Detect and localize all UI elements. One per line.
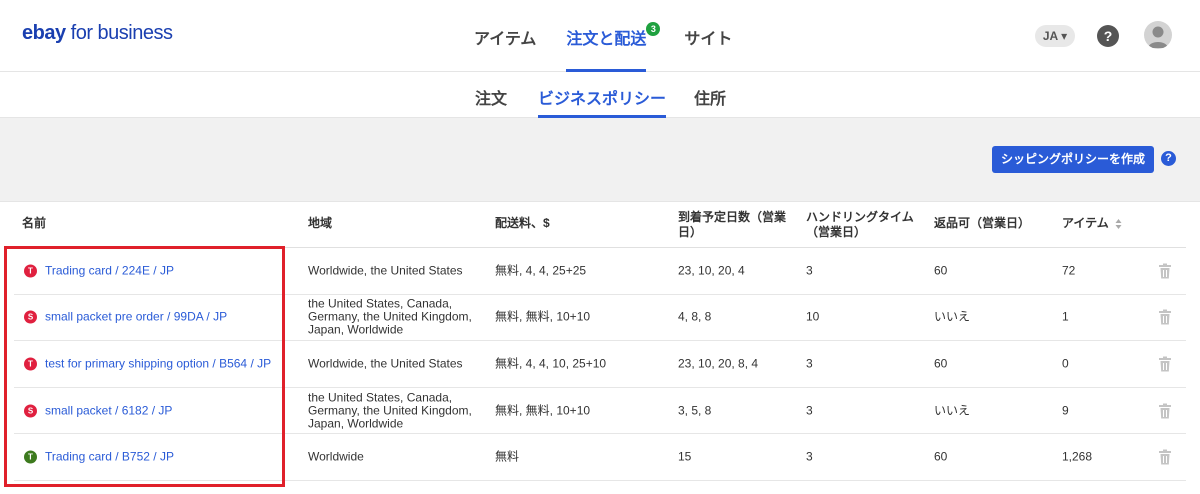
policy-name-link[interactable]: Trading card / B752 / JP (45, 450, 174, 464)
shipping-cost-cell: 無料, 無料, 10+10 (495, 403, 591, 418)
returns-cell: いいえ (934, 403, 971, 418)
policy-name-cell: T Trading card / B752 / JP (24, 450, 174, 464)
main-nav: アイテム 注文と配送 3 サイト (474, 0, 762, 72)
header-shipping-cost: 配送料、$ (495, 216, 550, 230)
returns-cell: 60 (934, 263, 948, 278)
returns-cell: 60 (934, 449, 948, 464)
table-body: T Trading card / 224E / JP Worldwide, th… (14, 248, 1186, 481)
trash-icon (1159, 309, 1171, 325)
ebay-for-business-logo[interactable]: ebay for business (22, 22, 173, 45)
shipping-cost-cell: 無料 (495, 449, 520, 464)
trash-icon (1159, 356, 1171, 372)
region-cell: Worldwide, the United States (308, 263, 463, 278)
action-bar: シッピングポリシーを作成 ? (0, 118, 1200, 202)
table-row: T Trading card / B752 / JP Worldwide 無料 … (14, 434, 1186, 481)
policy-name-link[interactable]: small packet pre order / 99DA / JP (45, 310, 227, 324)
items-count-cell: 72 (1062, 263, 1076, 278)
items-count-cell: 9 (1062, 403, 1069, 418)
delete-button[interactable] (1158, 403, 1172, 419)
delete-button[interactable] (1158, 356, 1172, 372)
table-row: S small packet pre order / 99DA / JP the… (14, 295, 1186, 342)
header-name: 名前 (22, 216, 47, 230)
create-shipping-policy-button[interactable]: シッピングポリシーを作成 (992, 146, 1154, 173)
user-icon (1148, 26, 1168, 48)
estimated-delivery-cell: 3, 5, 8 (678, 403, 712, 418)
table-header: 名前 地域 配送料、$ 到着予定日数（営業日） ハンドリングタイム（営業日） 返… (14, 202, 1186, 248)
logo-regular: for business (65, 22, 173, 44)
shipping-policy-table: 名前 地域 配送料、$ 到着予定日数（営業日） ハンドリングタイム（営業日） 返… (14, 202, 1186, 481)
delete-button[interactable] (1158, 309, 1172, 325)
top-header: ebay for business アイテム 注文と配送 3 サイト JA ▾ ? (0, 0, 1200, 72)
handling-time-cell: 3 (806, 403, 813, 418)
items-count-cell: 1 (1062, 309, 1069, 324)
policy-type-badge: T (24, 264, 37, 278)
header-handling-time: ハンドリングタイム（営業日） (806, 210, 914, 239)
estimated-delivery-cell: 15 (678, 449, 692, 464)
sort-icon[interactable] (1115, 218, 1122, 230)
help-icon[interactable]: ? (1161, 151, 1176, 166)
returns-cell: 60 (934, 356, 948, 371)
estimated-delivery-cell: 4, 8, 8 (678, 309, 712, 324)
delete-button[interactable] (1158, 449, 1172, 465)
nav-site[interactable]: サイト (684, 0, 732, 72)
estimated-delivery-cell: 23, 10, 20, 4 (678, 263, 745, 278)
nav-items[interactable]: アイテム (474, 0, 536, 72)
table-row: T Trading card / 224E / JP Worldwide, th… (14, 248, 1186, 295)
policy-name-link[interactable]: small packet / 6182 / JP (45, 404, 172, 417)
policy-name-cell: S small packet / 6182 / JP (24, 404, 172, 418)
shipping-cost-cell: 無料, 4, 4, 10, 25+10 (495, 356, 607, 371)
header-estimated-delivery: 到着予定日数（営業日） (678, 210, 787, 239)
region-cell: Worldwide (308, 449, 364, 464)
header-items[interactable]: アイテム (1062, 216, 1122, 231)
nav-orders-shipping[interactable]: 注文と配送 3 (566, 0, 661, 72)
policy-name-cell: S small packet pre order / 99DA / JP (24, 310, 227, 324)
policy-type-badge: S (24, 404, 37, 418)
tab-address[interactable]: 住所 (694, 72, 726, 118)
header-returns: 返品可（営業日） (934, 216, 1031, 230)
trash-icon (1159, 403, 1171, 419)
table-row: S small packet / 6182 / JP the United St… (14, 388, 1186, 435)
returns-cell: いいえ (934, 309, 971, 324)
policy-name-link[interactable]: test for primary shipping option / B564 … (45, 357, 271, 370)
notification-badge: 3 (646, 22, 661, 36)
trash-icon (1159, 449, 1171, 465)
region-cell: Worldwide, the United States (308, 356, 463, 371)
table-row: T test for primary shipping option / B56… (14, 341, 1186, 388)
handling-time-cell: 3 (806, 263, 813, 278)
tab-business-policies[interactable]: ビジネスポリシー (538, 72, 667, 118)
policy-type-badge: S (24, 310, 37, 324)
header-region: 地域 (308, 216, 333, 230)
shipping-cost-cell: 無料, 無料, 10+10 (495, 309, 591, 324)
policy-type-badge: T (24, 450, 37, 464)
region-cell: the United States, Canada, Germany, the … (308, 296, 472, 337)
logo-bold: ebay (22, 22, 66, 44)
sub-nav: 注文 ビジネスポリシー 住所 (0, 72, 1200, 118)
handling-time-cell: 3 (806, 449, 813, 464)
estimated-delivery-cell: 23, 10, 20, 8, 4 (678, 356, 759, 371)
items-count-cell: 0 (1062, 356, 1069, 371)
trash-icon (1159, 263, 1171, 279)
handling-time-cell: 10 (806, 309, 820, 324)
policy-type-badge: T (24, 357, 37, 371)
help-icon[interactable]: ? (1097, 25, 1119, 47)
policy-name-cell: T test for primary shipping option / B56… (24, 357, 271, 371)
language-selector[interactable]: JA ▾ (1035, 25, 1075, 47)
avatar[interactable] (1144, 21, 1172, 49)
region-cell: the United States, Canada, Germany, the … (308, 390, 472, 431)
handling-time-cell: 3 (806, 356, 813, 371)
items-count-cell: 1,268 (1062, 449, 1093, 464)
shipping-cost-cell: 無料, 4, 4, 25+25 (495, 263, 587, 278)
tab-orders[interactable]: 注文 (475, 72, 507, 118)
policy-name-link[interactable]: Trading card / 224E / JP (45, 264, 174, 277)
delete-button[interactable] (1158, 263, 1172, 279)
policy-name-cell: T Trading card / 224E / JP (24, 264, 174, 278)
